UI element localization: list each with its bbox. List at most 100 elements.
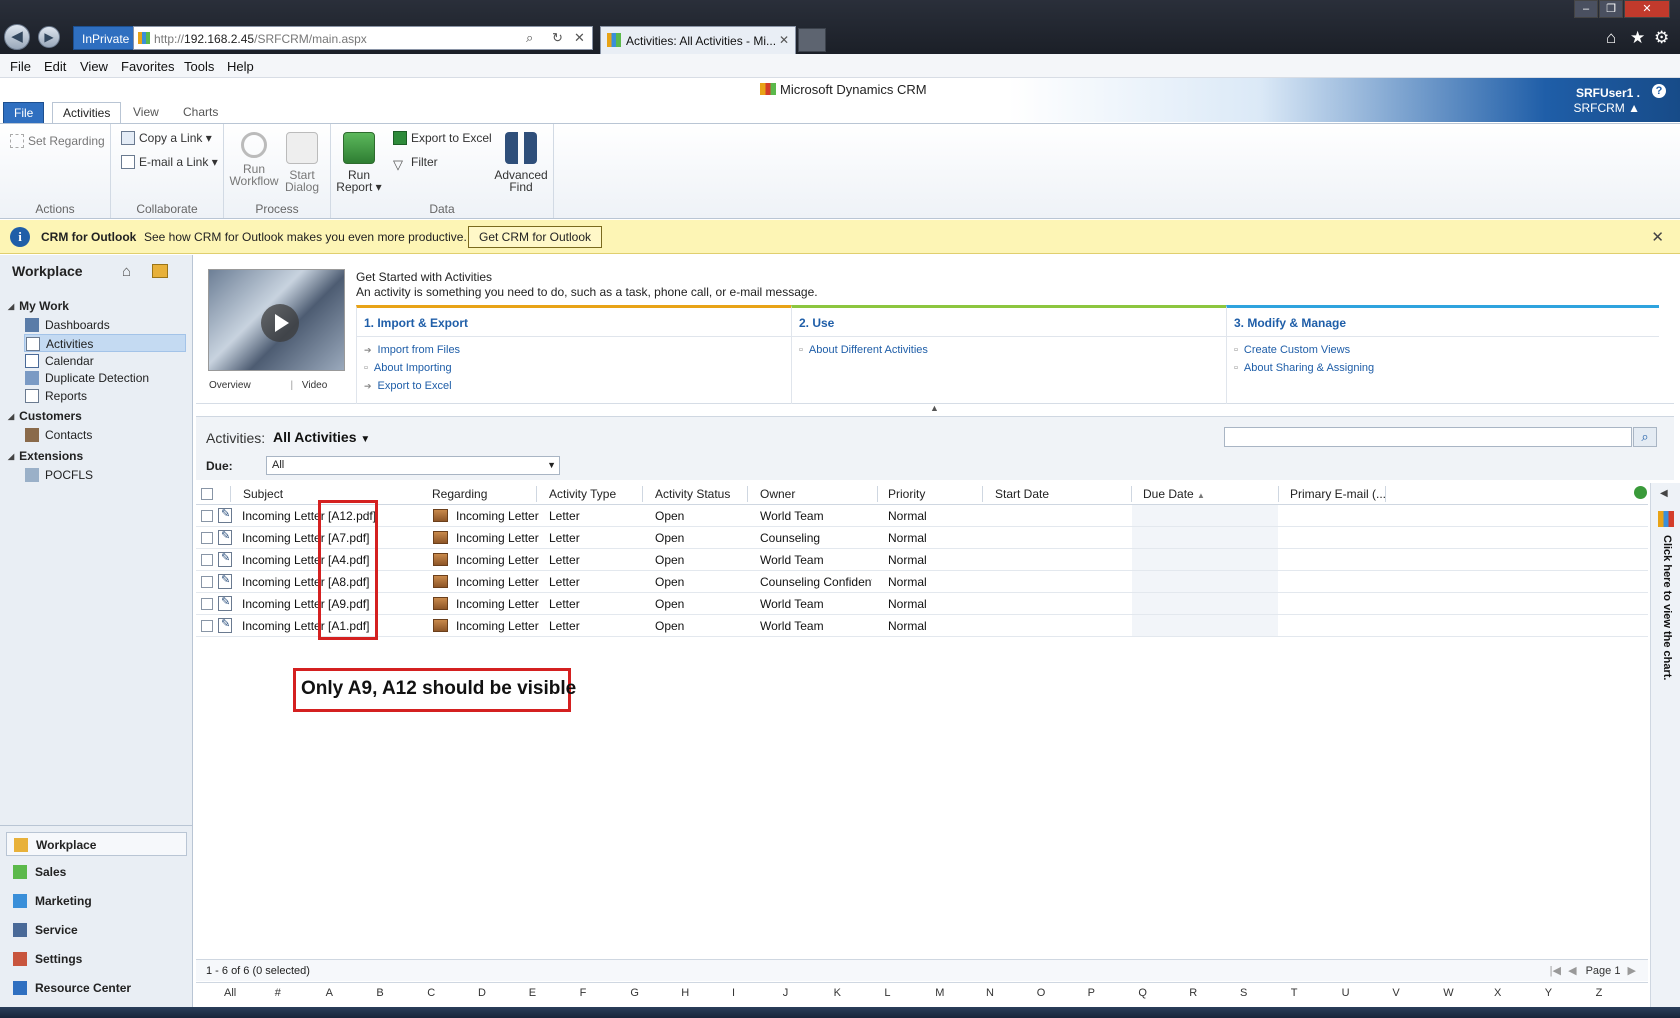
row-checkbox[interactable] — [201, 598, 213, 610]
alpha-filter-x[interactable]: X — [1494, 987, 1501, 999]
alpha-filter-k[interactable]: K — [834, 987, 841, 999]
col-subject[interactable]: Subject — [243, 487, 283, 501]
area-settings[interactable]: Settings — [6, 947, 187, 971]
cell-owner[interactable]: World Team — [760, 597, 824, 611]
menu-file[interactable]: File — [10, 59, 31, 74]
alpha-filter-p[interactable]: P — [1088, 987, 1095, 999]
area-marketing[interactable]: Marketing — [6, 889, 187, 913]
favorites-star-icon[interactable]: ★ — [1630, 28, 1645, 48]
home-icon[interactable]: ⌂ — [1606, 28, 1616, 48]
nav-item-pocfls[interactable]: POCFLS — [24, 466, 186, 484]
home-icon[interactable]: ⌂ — [122, 263, 131, 280]
nav-item-duplicate-detection[interactable]: Duplicate Detection — [24, 369, 186, 387]
cell-regarding[interactable]: Incoming Letter — [456, 531, 539, 545]
next-page-icon[interactable]: ▶ — [1628, 965, 1636, 977]
tools-gear-icon[interactable]: ⚙ — [1654, 28, 1669, 48]
alpha-filter-all[interactable]: All — [224, 987, 236, 999]
cell-regarding[interactable]: Incoming Letter — [456, 619, 539, 633]
run-report-button[interactable]: Run Report ▾ — [335, 132, 383, 193]
menu-view[interactable]: View — [80, 59, 108, 74]
nav-item-contacts[interactable]: Contacts — [24, 426, 186, 444]
refresh-grid-icon[interactable] — [1634, 486, 1647, 499]
col-start-date[interactable]: Start Date — [995, 487, 1049, 501]
search-icon[interactable]: ⌕ — [526, 30, 533, 46]
advanced-find-button[interactable]: Advanced Find — [493, 132, 549, 193]
sharing-assigning-link[interactable]: About Sharing & Assigning — [1234, 362, 1374, 374]
col-regarding[interactable]: Regarding — [432, 487, 487, 501]
menu-edit[interactable]: Edit — [44, 59, 66, 74]
menu-tools[interactable]: Tools — [184, 59, 214, 74]
help-icon[interactable]: ? — [1652, 84, 1666, 98]
cell-regarding[interactable]: Incoming Letter — [456, 597, 539, 611]
alpha-filter-d[interactable]: D — [478, 987, 486, 999]
export-excel-button[interactable]: Export to Excel — [393, 131, 492, 145]
video-link[interactable]: Video — [302, 380, 327, 391]
alpha-filter-l[interactable]: L — [884, 987, 890, 999]
alpha-filter-c[interactable]: C — [427, 987, 435, 999]
copy-link-button[interactable]: Copy a Link ▾ — [121, 131, 212, 145]
table-row[interactable]: Incoming Letter [A12.pdf] Incoming Lette… — [196, 505, 1648, 527]
alpha-filter-z[interactable]: Z — [1596, 987, 1603, 999]
alpha-filter-v[interactable]: V — [1392, 987, 1399, 999]
alpha-filter-q[interactable]: Q — [1138, 987, 1147, 999]
nav-group-extensions[interactable]: Extensions — [8, 449, 83, 463]
col-activity-status[interactable]: Activity Status — [655, 487, 730, 501]
table-row[interactable]: Incoming Letter [A4.pdf] Incoming Letter… — [196, 549, 1648, 571]
col-priority[interactable]: Priority — [888, 487, 925, 501]
row-checkbox[interactable] — [201, 620, 213, 632]
table-row[interactable]: Incoming Letter [A7.pdf] Incoming Letter… — [196, 527, 1648, 549]
favorites-folder-icon[interactable] — [152, 264, 168, 278]
address-bar[interactable]: http://192.168.2.45/SRFCRM/main.aspx ⌕ ↻… — [133, 26, 593, 50]
alpha-filter-h[interactable]: H — [681, 987, 689, 999]
nav-item-reports[interactable]: Reports — [24, 387, 186, 405]
stop-icon[interactable]: ✕ — [574, 30, 585, 46]
col-due-date[interactable]: Due Date ▲ — [1143, 487, 1205, 501]
area-workplace[interactable]: Workplace — [6, 832, 187, 856]
nav-group-my-work[interactable]: My Work — [8, 299, 69, 313]
nav-item-calendar[interactable]: Calendar — [24, 352, 186, 370]
alpha-filter-t[interactable]: T — [1291, 987, 1298, 999]
alpha-filter-w[interactable]: W — [1443, 987, 1453, 999]
menu-favorites[interactable]: Favorites — [121, 59, 174, 74]
view-selector[interactable]: All Activities ▼ — [273, 429, 370, 445]
filter-button[interactable]: ▽ Filter — [393, 155, 438, 172]
select-all-checkbox[interactable] — [201, 488, 213, 500]
tab-view[interactable]: View — [123, 102, 169, 124]
alpha-filter-hash[interactable]: # — [275, 987, 281, 999]
chart-hint[interactable]: Click here to view the chart. — [1661, 535, 1673, 681]
intro-video-thumbnail[interactable] — [208, 269, 345, 371]
set-regarding-button[interactable]: Set Regarding — [10, 134, 105, 148]
play-icon[interactable] — [261, 304, 299, 342]
custom-views-link[interactable]: Create Custom Views — [1234, 344, 1350, 356]
export-excel-link[interactable]: Export to Excel — [364, 380, 452, 392]
tab-file[interactable]: File — [3, 102, 45, 124]
cell-regarding[interactable]: Incoming Letter — [456, 509, 539, 523]
about-activities-link[interactable]: About Different Activities — [799, 344, 928, 356]
row-checkbox[interactable] — [201, 532, 213, 544]
cell-owner[interactable]: Counseling Confidenti — [760, 575, 872, 589]
col-owner[interactable]: Owner — [760, 487, 795, 501]
cell-owner[interactable]: World Team — [760, 553, 824, 567]
alpha-filter-i[interactable]: I — [732, 987, 735, 999]
table-row[interactable]: Incoming Letter [A9.pdf] Incoming Letter… — [196, 593, 1648, 615]
maximize-icon[interactable]: ❐ — [1599, 0, 1623, 18]
col-primary-email[interactable]: Primary E-mail (... — [1290, 487, 1386, 501]
refresh-icon[interactable]: ↻ — [552, 30, 563, 46]
first-page-icon[interactable]: |◀ — [1550, 965, 1561, 977]
alpha-filter-n[interactable]: N — [986, 987, 994, 999]
alpha-filter-f[interactable]: F — [580, 987, 587, 999]
overview-link[interactable]: Overview — [209, 380, 251, 391]
expand-chart-icon[interactable]: ◀ — [1660, 488, 1668, 499]
row-checkbox[interactable] — [201, 576, 213, 588]
alpha-filter-b[interactable]: B — [376, 987, 383, 999]
nav-item-dashboards[interactable]: Dashboards — [24, 316, 186, 334]
cell-owner[interactable]: World Team — [760, 509, 824, 523]
table-row[interactable]: Incoming Letter [A1.pdf] Incoming Letter… — [196, 615, 1648, 637]
minimize-icon[interactable]: – — [1574, 0, 1598, 18]
browser-tab-active[interactable]: Activities: All Activities - Mi... ✕ — [600, 26, 796, 54]
collapse-pane-icon[interactable]: ▲ — [930, 403, 939, 413]
cell-owner[interactable]: Counseling — [760, 531, 820, 545]
chart-pane[interactable]: ◀ Click here to view the chart. — [1650, 483, 1680, 1018]
alpha-filter-e[interactable]: E — [529, 987, 536, 999]
alpha-filter-y[interactable]: Y — [1545, 987, 1552, 999]
